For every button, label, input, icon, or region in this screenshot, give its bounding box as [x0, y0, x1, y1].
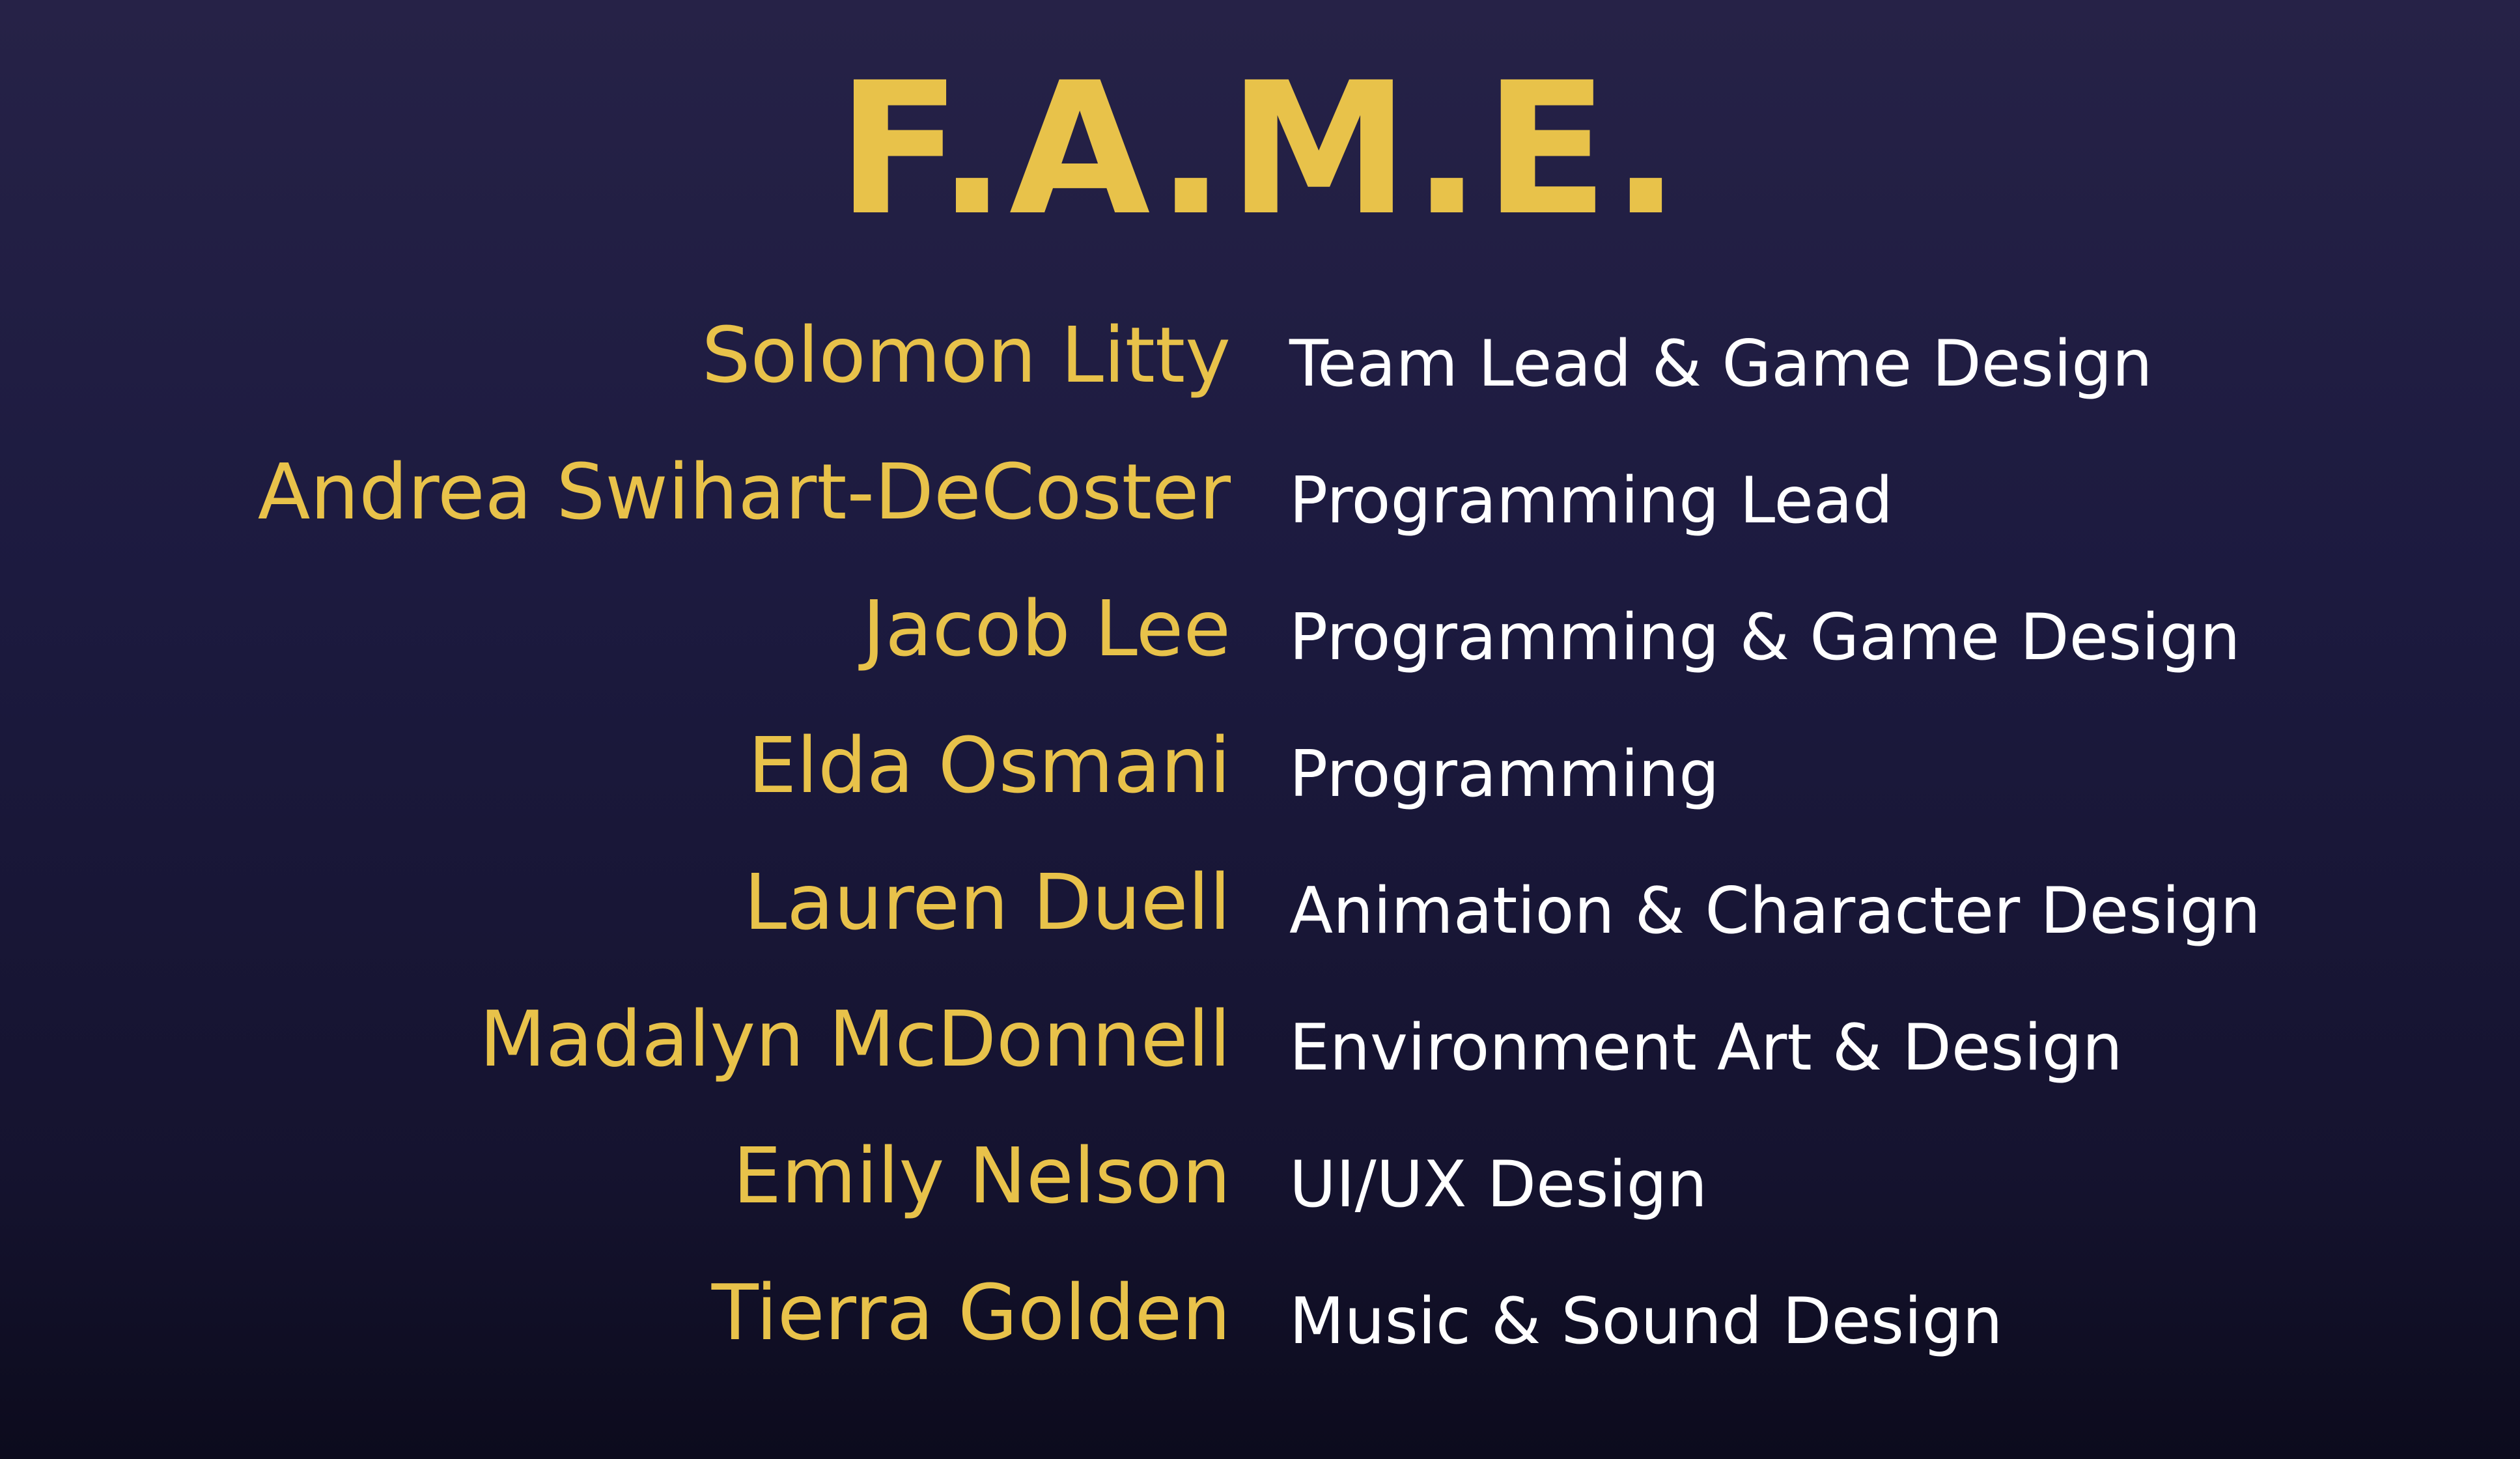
credits-list: Solomon Litty Team Lead & Game Design An… [0, 0, 2520, 1459]
member-role: Programming [1289, 737, 1720, 812]
member-role: Music & Sound Design [1289, 1284, 2003, 1359]
member-name: Elda Osmani [748, 720, 1231, 810]
member-role: Programming & Game Design [1289, 601, 2241, 675]
member-name: Tierra Golden [711, 1268, 1231, 1357]
member-role: Animation & Character Design [1289, 874, 2261, 948]
credit-row: Madalyn McDonnell Environment Art & Desi… [0, 980, 2520, 1098]
member-name: Andrea Swihart-DeCoster [257, 447, 1231, 537]
member-role: Environment Art & Design [1289, 1011, 2123, 1085]
member-name: Lauren Duell [744, 857, 1231, 947]
credit-row: Elda Osmani Programming [0, 707, 2520, 824]
member-role: Programming Lead [1289, 464, 1894, 538]
credit-row: Jacob Lee Programming & Game Design [0, 570, 2520, 687]
member-name: Solomon Litty [701, 310, 1231, 400]
member-name: Jacob Lee [862, 584, 1231, 673]
member-role: Team Lead & Game Design [1289, 327, 2153, 401]
credit-row: Emily Nelson UI/UX Design [0, 1117, 2520, 1234]
credit-row: Lauren Duell Animation & Character Desig… [0, 843, 2520, 961]
credits-screen: F.A.M.E. Solomon Litty Team Lead & Game … [0, 0, 2520, 1459]
credit-row: Andrea Swihart-DeCoster Programming Lead [0, 433, 2520, 550]
member-name: Madalyn McDonnell [479, 994, 1231, 1084]
member-role: UI/UX Design [1289, 1148, 1708, 1222]
credit-row: Tierra Golden Music & Sound Design [0, 1254, 2520, 1371]
member-name: Emily Nelson [733, 1131, 1231, 1221]
credit-row: Solomon Litty Team Lead & Game Design [0, 296, 2520, 414]
